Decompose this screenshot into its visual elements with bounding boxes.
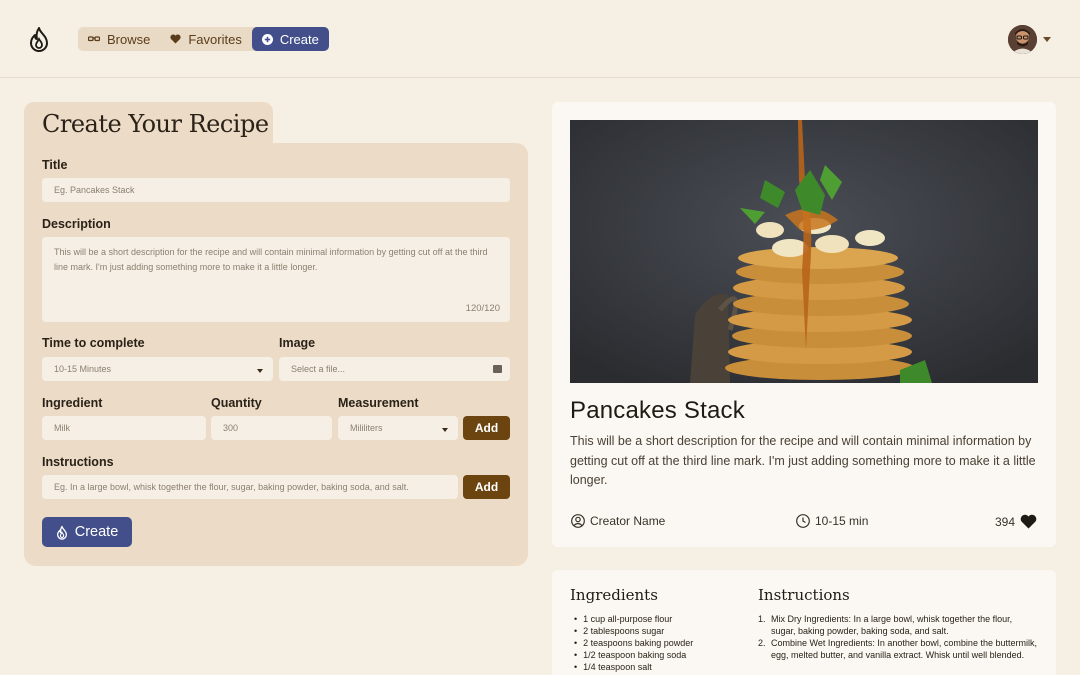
add-instruction-button[interactable]: Add	[463, 475, 510, 499]
recipe-description: This will be a short description for the…	[570, 434, 1036, 487]
flame-icon	[56, 525, 67, 540]
nav-create[interactable]: Create	[251, 27, 329, 51]
title-label: Title	[42, 158, 68, 172]
recipe-photo	[570, 120, 1038, 383]
measurement-select-value: Mililiters	[350, 423, 383, 433]
recipe-title: Pancakes Stack	[570, 397, 745, 424]
heart-icon	[170, 34, 181, 44]
list-item: 2 teaspoons baking powder	[574, 637, 693, 649]
step-text: Combine Wet Ingredients: In another bowl…	[771, 638, 1037, 660]
time-select-value: 10-15 Minutes	[54, 364, 112, 374]
time-select[interactable]: 10-15 Minutes	[42, 357, 273, 381]
ingredient-label: Ingredient	[42, 396, 103, 410]
step-text: Mix Dry Ingredients: In a large bowl, wh…	[771, 614, 1013, 636]
flame-logo-icon[interactable]	[28, 26, 50, 52]
character-counter: 120/120	[465, 303, 500, 314]
nav-browse-label: Browse	[107, 31, 151, 47]
likes-meta[interactable]: 394	[995, 514, 1037, 529]
list-item: 2. Combine Wet Ingredients: In another b…	[758, 637, 1038, 661]
description-textarea[interactable]: This will be a short description for the…	[42, 237, 510, 322]
time-meta: 10-15 min	[796, 514, 868, 528]
heart-icon	[1020, 514, 1037, 529]
description-label: Description	[42, 217, 111, 231]
user-avatar[interactable]	[1008, 25, 1037, 54]
instructions-label: Instructions	[42, 455, 114, 469]
time-label: Time to complete	[42, 336, 145, 350]
caret-down-icon	[442, 428, 448, 432]
clock-icon	[796, 514, 810, 528]
image-label: Image	[279, 336, 316, 350]
list-item: 1/2 teaspoon baking soda	[574, 649, 693, 661]
caret-down-icon	[257, 369, 263, 373]
image-icon	[493, 365, 502, 373]
ingredients-heading: Ingredients	[570, 586, 658, 604]
ingredient-input[interactable]: Milk	[42, 416, 206, 440]
measurement-label: Measurement	[338, 396, 419, 410]
creator-name: Creator Name	[590, 514, 666, 528]
image-file-placeholder: Select a file...	[291, 364, 346, 374]
step-number: 2.	[758, 638, 766, 648]
instructions-list: 1. Mix Dry Ingredients: In a large bowl,…	[758, 613, 1038, 661]
description-placeholder: This will be a short description for the…	[54, 247, 488, 272]
form-heading: Create Your Recipe	[42, 110, 269, 138]
list-item: 1 cup all-purpose flour	[574, 613, 693, 625]
measurement-select[interactable]: Mililiters	[338, 416, 458, 440]
quantity-input[interactable]: 300	[211, 416, 332, 440]
title-input[interactable]: Eg. Pancakes Stack	[42, 178, 510, 202]
glasses-icon	[88, 36, 100, 42]
quantity-label: Quantity	[211, 396, 262, 410]
list-item: 1. Mix Dry Ingredients: In a large bowl,…	[758, 613, 1038, 637]
instructions-input[interactable]: Eg. In a large bowl, whisk together the …	[42, 475, 458, 499]
user-circle-icon	[571, 514, 585, 528]
nav-favorites-label: Favorites	[188, 31, 242, 47]
nav-favorites[interactable]: Favorites	[160, 27, 251, 51]
ingredients-list: 1 cup all-purpose flour 2 tablespoons su…	[574, 613, 693, 673]
nav-browse[interactable]: Browse	[78, 27, 160, 51]
plus-circle-icon	[261, 33, 273, 45]
list-item: 1/4 teaspoon salt	[574, 661, 693, 673]
list-item: 2 tablespoons sugar	[574, 625, 693, 637]
create-recipe-form	[24, 143, 528, 566]
cook-time: 10-15 min	[815, 514, 869, 528]
instructions-heading: Instructions	[758, 586, 850, 604]
nav-create-label: Create	[279, 31, 319, 47]
likes-count: 394	[995, 514, 1016, 529]
step-number: 1.	[758, 614, 766, 624]
create-button[interactable]: Create	[42, 517, 132, 547]
creator-meta[interactable]: Creator Name	[571, 514, 665, 528]
chevron-down-icon[interactable]	[1043, 37, 1051, 42]
main-nav: Browse Favorites Create	[78, 27, 329, 51]
image-file-input[interactable]: Select a file...	[279, 357, 510, 381]
add-ingredient-button[interactable]: Add	[463, 416, 510, 440]
create-button-label: Create	[74, 524, 119, 540]
